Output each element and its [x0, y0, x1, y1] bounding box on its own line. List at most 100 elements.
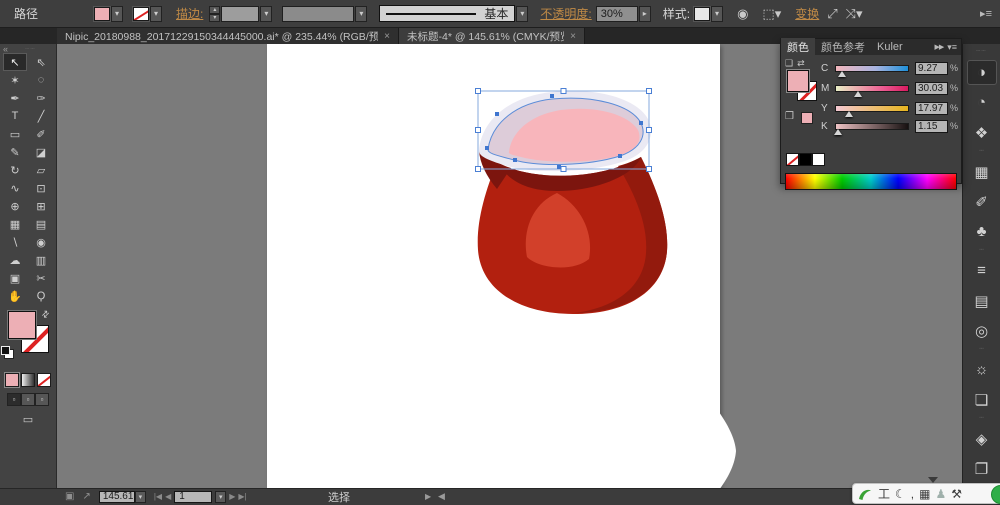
gradient-tool[interactable]: ▤	[29, 215, 53, 233]
slider-thumb[interactable]	[838, 71, 846, 77]
pencil-tool[interactable]: ✎	[3, 143, 27, 161]
document-tab[interactable]: Nipic_20180988_20171229150344445000.ai* …	[57, 28, 399, 44]
paint-gradient-button[interactable]	[21, 373, 35, 387]
white-swatch[interactable]	[812, 153, 825, 166]
black-slider[interactable]	[835, 123, 909, 130]
artboard[interactable]	[267, 44, 720, 488]
line-segment-tool[interactable]: ╱	[29, 107, 53, 125]
stroke-color-swatch[interactable]	[133, 7, 149, 21]
color-spectrum-bar[interactable]	[785, 173, 957, 190]
paintbrush-tool[interactable]: ✐	[29, 125, 53, 143]
free-transform-tool[interactable]: ⊡	[29, 179, 53, 197]
kuler-icon[interactable]: ❖	[967, 120, 997, 145]
magenta-slider[interactable]	[835, 85, 909, 92]
width-profile-field[interactable]	[282, 6, 354, 22]
control-bar-menu-icon[interactable]: ▸≡	[980, 7, 992, 20]
color-panel-icon[interactable]: ◑	[967, 60, 997, 85]
stroke-weight-dropdown-icon[interactable]: ▾	[260, 6, 272, 22]
screen-mode-button[interactable]: ▭	[0, 413, 56, 426]
opacity-link[interactable]: 不透明度:	[540, 5, 591, 22]
swap-fill-stroke-icon[interactable]: ⇄	[39, 308, 52, 321]
cyan-value-field[interactable]: 9.27	[915, 62, 948, 75]
paint-color-button[interactable]	[5, 373, 19, 387]
first-artboard-icon[interactable]: |◀	[154, 492, 162, 501]
none-swatch[interactable]	[786, 153, 799, 166]
yellow-slider[interactable]	[835, 105, 909, 112]
panel-fill-swatch[interactable]	[787, 70, 809, 92]
blend-tool[interactable]: ◉	[29, 233, 53, 251]
dock-drag-handle[interactable]: ┄┄	[976, 47, 986, 55]
web-safe-cube-icon[interactable]: ❒	[785, 111, 794, 122]
pen-tool[interactable]: ✒	[3, 89, 27, 107]
brush-definition-box[interactable]: 基本	[379, 5, 515, 22]
symbols-icon[interactable]: ♣	[967, 219, 997, 244]
select-similar-icon[interactable]: ⬚▾	[762, 6, 781, 22]
expand-panels-icon[interactable]: ▶▶	[934, 43, 943, 51]
close-icon[interactable]: ×	[384, 31, 390, 42]
ime-punctuation-icon[interactable]: ,	[911, 488, 914, 500]
last-artboard-icon[interactable]: ▶|	[238, 492, 246, 501]
align-icon[interactable]: ⤢	[827, 6, 837, 22]
artboard-number-field[interactable]: 1	[174, 491, 212, 503]
artboard-tool[interactable]: ▣	[3, 269, 27, 287]
shape-builder-tool[interactable]: ⊕	[3, 197, 27, 215]
opacity-dropdown-icon[interactable]: ▸	[639, 6, 651, 22]
stroke-weight-field[interactable]	[221, 6, 259, 22]
rectangle-tool[interactable]: ▭	[3, 125, 27, 143]
ime-halfwidth-icon[interactable]: ☾	[895, 488, 906, 500]
brushes-icon[interactable]: ✐	[967, 189, 997, 214]
ime-status-circle-icon[interactable]	[991, 485, 1000, 504]
mini-swap-icon[interactable]: ⇄	[797, 58, 805, 69]
zoom-level-field[interactable]: 145.61	[99, 491, 135, 503]
eyedropper-tool[interactable]: ∖	[3, 233, 27, 251]
mesh-tool[interactable]: ▦	[3, 215, 27, 233]
tab-color-guide[interactable]: 颜色参考	[815, 38, 871, 56]
mini-fill-stroke-icon[interactable]: ❑	[785, 58, 793, 69]
perspective-grid-tool[interactable]: ⊞	[29, 197, 53, 215]
ime-logo-icon[interactable]	[857, 486, 873, 502]
ime-keyboard-icon[interactable]: ▦	[919, 488, 930, 500]
opacity-field[interactable]: 30%	[596, 6, 638, 22]
slider-thumb[interactable]	[854, 91, 862, 97]
stroke-dropdown-icon[interactable]: ▾	[150, 6, 162, 22]
panel-drag-handle[interactable]: ┄┄	[8, 45, 53, 53]
stroke-weight-stepper[interactable]: ▴▾	[209, 6, 220, 22]
cyan-slider[interactable]	[835, 65, 909, 72]
appearance-icon[interactable]: ☼	[967, 357, 997, 382]
slider-thumb[interactable]	[845, 111, 853, 117]
web-safe-color-swatch[interactable]	[801, 112, 813, 124]
hand-tool[interactable]: ✋	[3, 287, 27, 305]
graphic-styles-icon[interactable]: ❏	[967, 387, 997, 412]
draw-inside-button[interactable]: ▫	[35, 393, 49, 406]
transform-link[interactable]: 变换	[795, 5, 819, 22]
tab-color[interactable]: 颜色	[781, 38, 815, 56]
black-value-field[interactable]: 1.15	[915, 120, 948, 133]
status-expand-icon[interactable]: ▶	[425, 492, 431, 501]
fill-color-swatch[interactable]	[94, 7, 110, 21]
slice-tool[interactable]: ✂	[29, 269, 53, 287]
ime-settings-icon[interactable]: ⚒	[951, 488, 962, 500]
black-swatch[interactable]	[799, 153, 812, 166]
type-tool[interactable]: T	[3, 107, 27, 125]
close-icon[interactable]: ×	[570, 31, 576, 42]
ime-account-icon[interactable]: ♟	[935, 488, 946, 500]
magenta-value-field[interactable]: 30.03	[915, 82, 948, 95]
fill-proxy-swatch[interactable]	[8, 311, 36, 339]
slider-thumb[interactable]	[834, 129, 842, 135]
status-collapse-icon[interactable]: ◀	[438, 491, 445, 502]
stroke-panel-icon[interactable]: ≡	[967, 258, 997, 283]
previous-artboard-icon[interactable]: ◀	[165, 492, 171, 501]
next-artboard-icon[interactable]: ▶	[229, 492, 235, 501]
cs-live-icon[interactable]: ▣	[65, 491, 74, 502]
recolor-artwork-icon[interactable]: ◉	[737, 6, 748, 22]
fill-dropdown-icon[interactable]: ▾	[111, 6, 123, 22]
draw-normal-button[interactable]: ▫	[7, 393, 21, 406]
zoom-dropdown-icon[interactable]: ▾	[135, 491, 146, 503]
width-tool[interactable]: ∿	[3, 179, 27, 197]
document-tab-active[interactable]: 未标题-4* @ 145.61% (CMYK/预览) ×	[399, 28, 585, 44]
layers-icon[interactable]: ◈	[967, 426, 997, 451]
yellow-value-field[interactable]: 17.97	[915, 102, 948, 115]
curvature-pen-tool[interactable]: ✑	[29, 89, 53, 107]
transparency-icon[interactable]: ◎	[967, 318, 997, 343]
symbol-sprayer-tool[interactable]: ☁	[3, 251, 27, 269]
